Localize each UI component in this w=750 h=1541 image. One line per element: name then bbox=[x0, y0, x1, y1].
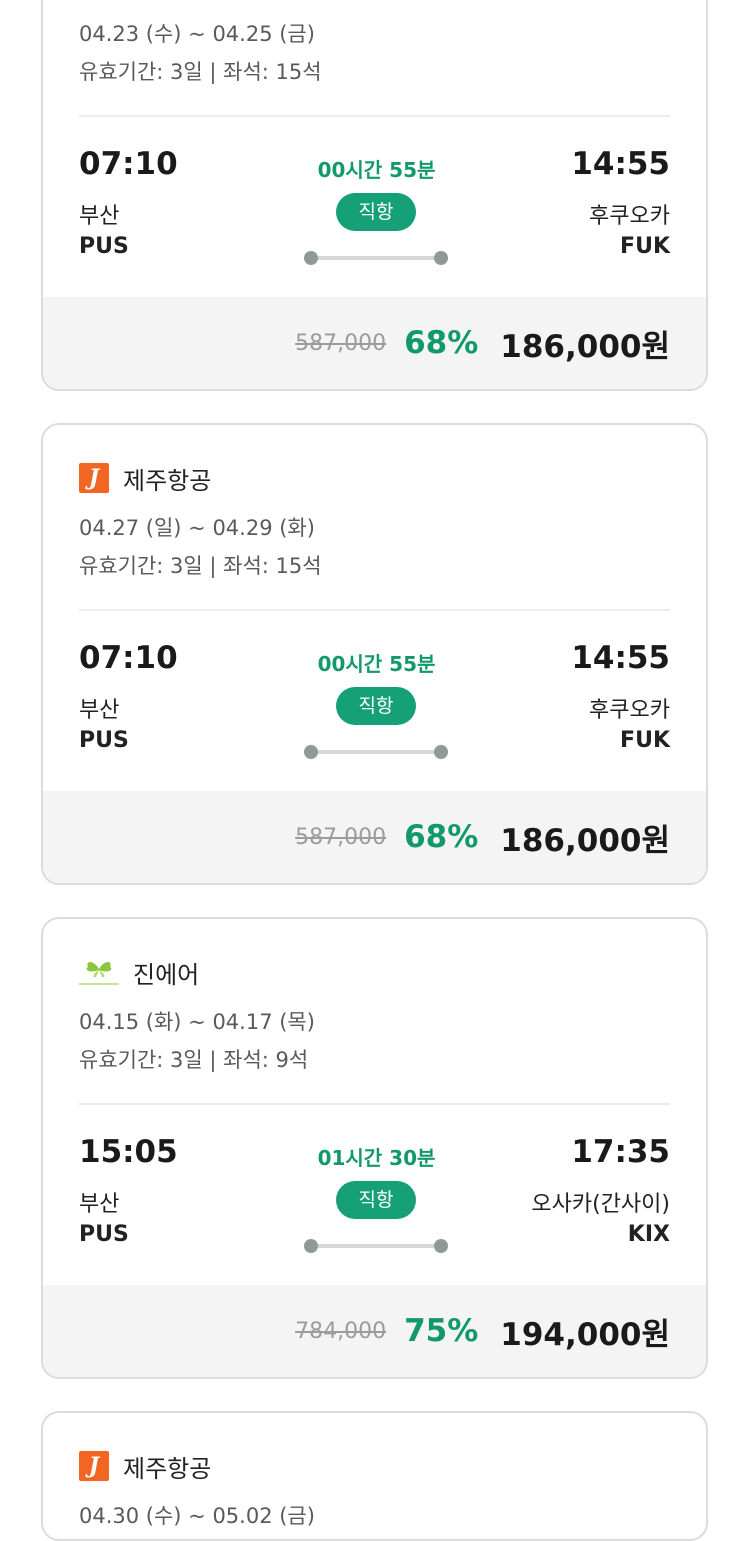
flight-card[interactable]: J 제주항공 04.30 (수) ~ 05.02 (금) bbox=[41, 1411, 708, 1541]
divider bbox=[79, 1103, 670, 1105]
original-price: 587,000 bbox=[295, 824, 387, 850]
flight-card[interactable]: J 제주항공 04.27 (일) ~ 04.29 (화) 유효기간: 3일 | … bbox=[41, 423, 708, 885]
travel-dates: 04.23 (수) ~ 04.25 (금) bbox=[79, 22, 315, 46]
discount-rate: 68% bbox=[404, 819, 479, 855]
sale-price: 186,000원 bbox=[500, 822, 670, 859]
departure-code: PUS bbox=[79, 234, 129, 259]
departure-code: PUS bbox=[79, 728, 129, 753]
price-bar: 587,000 68% 186,000원 bbox=[43, 791, 706, 883]
airline-name: 진에어 bbox=[133, 960, 200, 989]
jeju-air-logo-icon: J bbox=[79, 463, 109, 493]
travel-dates: 04.15 (화) ~ 04.17 (목) bbox=[79, 1010, 315, 1034]
divider bbox=[79, 115, 670, 117]
jeju-air-logo-icon: J bbox=[79, 1451, 109, 1481]
validity-seats: 유효기간: 3일 | 좌석: 9석 bbox=[79, 1048, 309, 1072]
price-bar: 587,000 68% 186,000원 bbox=[43, 297, 706, 389]
arrival-time: 14:55 bbox=[571, 640, 670, 676]
arrival-city: 후쿠오카 bbox=[589, 204, 670, 229]
arrival-code: FUK bbox=[620, 234, 670, 259]
direct-flight-badge: 직항 bbox=[336, 687, 416, 725]
origin-dot-icon bbox=[304, 251, 318, 265]
departure-code: PUS bbox=[79, 1222, 129, 1247]
travel-dates: 04.30 (수) ~ 05.02 (금) bbox=[79, 1504, 315, 1528]
route-line bbox=[304, 251, 448, 265]
route-line bbox=[304, 1239, 448, 1253]
arrival-city: 후쿠오카 bbox=[589, 698, 670, 723]
destination-dot-icon bbox=[434, 251, 448, 265]
jinair-logo-icon bbox=[79, 957, 119, 987]
airline-name: 제주항공 bbox=[123, 1454, 212, 1483]
departure-city: 부산 bbox=[79, 1192, 120, 1217]
destination-dot-icon bbox=[434, 1239, 448, 1253]
original-price: 784,000 bbox=[295, 1318, 387, 1344]
discount-rate: 68% bbox=[404, 325, 479, 361]
destination-dot-icon bbox=[434, 745, 448, 759]
origin-dot-icon bbox=[304, 745, 318, 759]
flight-card[interactable]: 진에어 04.15 (화) ~ 04.17 (목) 유효기간: 3일 | 좌석:… bbox=[41, 917, 708, 1379]
sale-price: 194,000원 bbox=[500, 1316, 670, 1353]
validity-seats: 유효기간: 3일 | 좌석: 15석 bbox=[79, 554, 322, 578]
sale-price: 186,000원 bbox=[500, 328, 670, 365]
price-bar: 784,000 75% 194,000원 bbox=[43, 1285, 706, 1377]
direct-flight-badge: 직항 bbox=[336, 1181, 416, 1219]
original-price: 587,000 bbox=[295, 330, 387, 356]
airline-info: 진에어 bbox=[79, 955, 199, 989]
airline-info: J 제주항공 bbox=[79, 1449, 211, 1483]
airline-name: 제주항공 bbox=[123, 466, 212, 495]
validity-seats: 유효기간: 3일 | 좌석: 15석 bbox=[79, 60, 322, 84]
arrival-code: FUK bbox=[620, 728, 670, 753]
divider bbox=[79, 609, 670, 611]
direct-flight-badge: 직항 bbox=[336, 193, 416, 231]
origin-dot-icon bbox=[304, 1239, 318, 1253]
airline-info: J 제주항공 bbox=[79, 461, 211, 495]
route-line bbox=[304, 745, 448, 759]
departure-city: 부산 bbox=[79, 698, 120, 723]
arrival-time: 14:55 bbox=[571, 146, 670, 182]
arrival-city: 오사카(간사이) bbox=[531, 1192, 670, 1217]
flight-card[interactable]: 04.23 (수) ~ 04.25 (금) 유효기간: 3일 | 좌석: 15석… bbox=[41, 0, 708, 391]
travel-dates: 04.27 (일) ~ 04.29 (화) bbox=[79, 516, 315, 540]
arrival-code: KIX bbox=[627, 1222, 670, 1247]
departure-city: 부산 bbox=[79, 204, 120, 229]
discount-rate: 75% bbox=[404, 1313, 479, 1349]
arrival-time: 17:35 bbox=[571, 1134, 670, 1170]
